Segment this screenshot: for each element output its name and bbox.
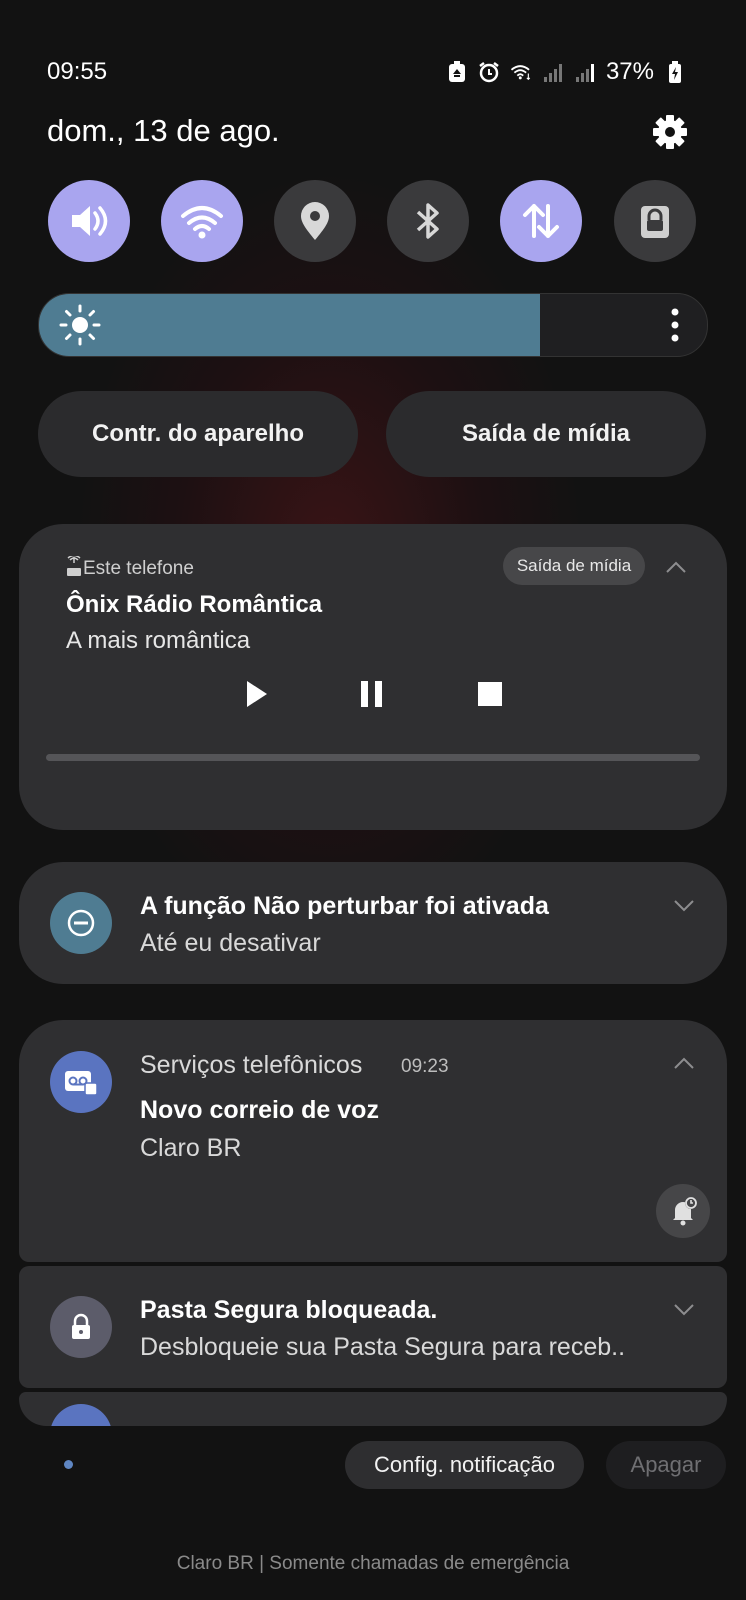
next-notification-peek[interactable] [19,1392,727,1426]
media-output-button[interactable]: Saída de mídia [386,391,706,477]
more-options-icon[interactable] [671,308,679,342]
lock-icon [641,206,669,238]
signal-icon [574,61,596,83]
bluetooth-toggle[interactable] [387,180,469,262]
notif-subtitle: Até eu desativar [140,929,321,957]
radio-app-icon [67,556,81,576]
signal-icon [542,61,564,83]
volume-icon [72,206,108,236]
mobile-data-toggle[interactable] [500,180,582,262]
sun-icon [59,304,101,346]
collapse-chevron-icon[interactable] [672,1056,696,1070]
dnd-notification[interactable] [19,862,727,984]
device-control-button[interactable]: Contr. do aparelho [38,391,358,477]
data-arrows-icon [523,204,559,238]
expand-chevron-icon[interactable] [672,1302,696,1316]
settings-gear-icon[interactable] [650,112,690,152]
clock: 09:55 [47,58,108,85]
notif-icon-bg [50,1404,112,1426]
notif-icon-bg [50,892,112,954]
expand-chevron-icon[interactable] [672,898,696,912]
carrier-status: Claro BR | Somente chamadas de emergênci… [176,1553,570,1574]
notif-time: 09:23 [401,1056,449,1077]
notif-icon-bg [50,1296,112,1358]
notif-subtitle: Claro BR [140,1134,242,1162]
secure-folder-toggle[interactable] [614,180,696,262]
media-title: Ônix Rádio Romântica [66,591,323,618]
stop-icon[interactable] [476,680,504,708]
do-not-disturb-icon [67,909,95,937]
media-card-output-button[interactable]: Saída de mídia [503,547,645,585]
media-subtitle: A mais romântica [66,627,251,654]
voicemail-notification[interactable] [19,1020,727,1262]
brightness-fill [39,294,540,356]
location-toggle[interactable] [274,180,356,262]
voicemail-icon [65,1071,98,1096]
snooze-button[interactable] [656,1184,710,1238]
wifi-icon [181,206,223,239]
clear-button[interactable]: Apagar [606,1441,726,1489]
battery-charging-icon [664,61,686,83]
recycle-icon [446,61,468,83]
notif-title: A função Não perturbar foi ativada [140,892,549,920]
notif-subtitle: Desbloqueie sua Pasta Segura para receb.… [140,1333,626,1361]
secure-folder-notification[interactable] [19,1266,727,1388]
status-icons: 37% [446,58,686,86]
notif-title: Pasta Segura bloqueada. [140,1296,438,1324]
wifi-toggle[interactable] [161,180,243,262]
wifi-icon [510,61,532,83]
play-icon[interactable] [243,678,271,710]
pause-icon[interactable] [358,678,386,710]
battery-percent: 37% [605,58,654,85]
media-source-label: Este telefone [83,558,194,579]
notification-settings-button[interactable]: Config. notificação [345,1441,584,1489]
media-progress-bar[interactable] [46,754,700,761]
notif-app-name: Serviços telefônicos [140,1051,363,1079]
notif-title: Novo correio de voz [140,1096,379,1124]
alarm-icon [478,61,500,83]
lock-icon [72,1313,90,1339]
sound-toggle[interactable] [48,180,130,262]
date-label: dom., 13 de ago. [47,113,280,148]
location-pin-icon [301,202,329,240]
bluetooth-icon [416,203,439,239]
page-indicator-dot [64,1460,73,1469]
snooze-bell-icon [673,1197,697,1226]
notif-icon-bg [50,1051,112,1113]
collapse-chevron-icon[interactable] [664,560,688,574]
brightness-slider[interactable] [38,293,708,357]
